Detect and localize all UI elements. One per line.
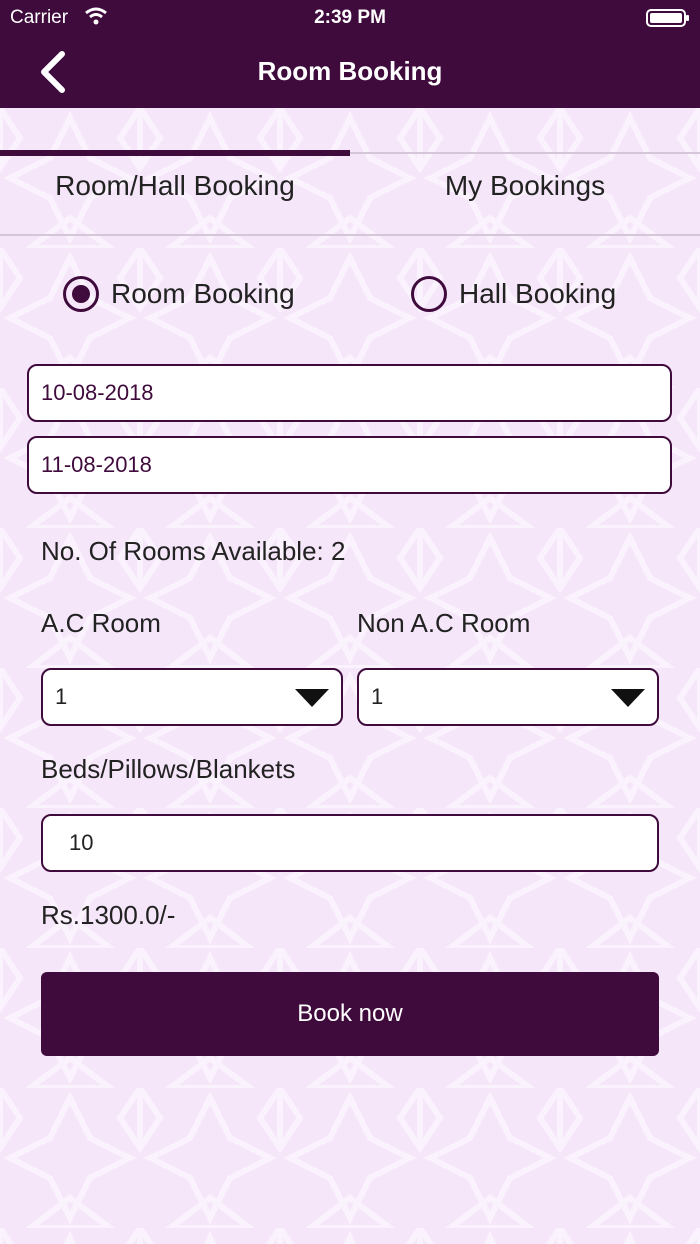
radio-hall-booking-label: Hall Booking: [459, 278, 617, 309]
non-ac-room-label: Non A.C Room: [357, 608, 531, 638]
tab-room-hall-booking[interactable]: Room/Hall Booking: [0, 170, 350, 202]
check-in-date-field[interactable]: 10-08-2018: [27, 364, 672, 422]
radio-room-booking-label: Room Booking: [111, 278, 295, 309]
non-ac-room-select[interactable]: 1: [357, 668, 659, 726]
beds-pillows-blankets-value: 10: [69, 830, 94, 855]
non-ac-room-select-value: 1: [371, 684, 384, 709]
tab-my-bookings[interactable]: My Bookings: [350, 170, 700, 202]
beds-pillows-blankets-label: Beds/Pillows/Blankets: [41, 754, 296, 784]
check-out-date-field[interactable]: 11-08-2018: [27, 436, 672, 494]
check-in-date-value: 10-08-2018: [41, 380, 154, 405]
total-price: Rs.1300.0/-: [41, 900, 176, 930]
booking-form: Room/Hall Booking My Bookings Room Booki…: [0, 108, 700, 1244]
radio-selected-icon: [63, 276, 99, 312]
battery-icon: [646, 8, 690, 34]
radio-unselected-icon: [411, 276, 447, 312]
book-now-button[interactable]: Book now: [41, 972, 659, 1056]
active-tab-indicator: [0, 150, 350, 156]
status-time: 2:39 PM: [314, 7, 386, 28]
navigation-bar: Room Booking: [0, 36, 700, 108]
ac-room-select[interactable]: 1: [41, 668, 343, 726]
page-title: Room Booking: [257, 56, 443, 86]
app-header: Carrier 2:39 PM Room Booking: [0, 0, 700, 108]
status-bar: Carrier 2:39 PM: [0, 0, 700, 36]
rooms-available-text: No. Of Rooms Available: 2: [41, 536, 346, 566]
tabs-divider-bottom: [0, 234, 700, 236]
ac-room-label: A.C Room: [41, 608, 161, 638]
check-out-date-value: 11-08-2018: [41, 452, 152, 477]
dropdown-arrow-icon: [611, 689, 645, 707]
dropdown-arrow-icon: [295, 689, 329, 707]
beds-pillows-blankets-input[interactable]: 10: [41, 814, 659, 872]
radio-room-booking[interactable]: Room Booking: [63, 276, 295, 312]
ac-room-select-value: 1: [55, 684, 68, 709]
radio-hall-booking[interactable]: Hall Booking: [411, 276, 616, 312]
